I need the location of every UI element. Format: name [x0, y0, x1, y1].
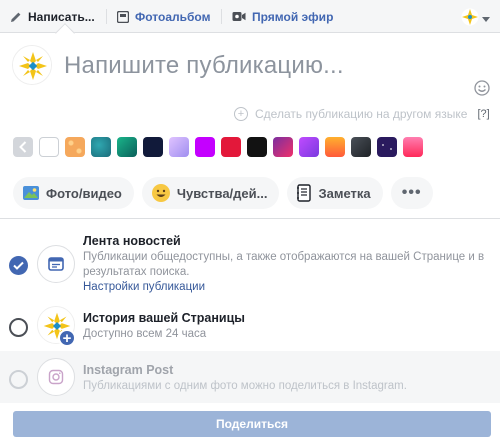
page-avatar: [12, 45, 52, 85]
note-button[interactable]: Заметка: [287, 177, 383, 209]
photo-icon: [22, 184, 40, 202]
swatch-color[interactable]: [143, 137, 163, 157]
swatch-color[interactable]: [91, 137, 111, 157]
tab-write-post[interactable]: Написать...: [10, 0, 95, 33]
tab-photo-label: Фотоальбом: [135, 9, 211, 24]
feelings-label: Чувства/дей...: [176, 185, 268, 201]
destination-news-feed[interactable]: Лента новостей Публикации общедоступны, …: [0, 219, 500, 299]
translate-label: Сделать публикацию на другом языке: [255, 107, 468, 121]
swatch-color[interactable]: [299, 137, 319, 157]
news-feed-checkbox[interactable]: [9, 256, 28, 275]
instagram-description: Публикациями с одним фото можно поделить…: [83, 380, 407, 392]
tab-live-video[interactable]: Прямой эфир: [232, 0, 333, 33]
pencil-icon: [10, 11, 22, 23]
story-text: История вашей Страницы Доступно всем 24 …: [83, 311, 493, 342]
feelings-button[interactable]: Чувства/дей...: [141, 177, 280, 209]
swatch-color[interactable]: [195, 137, 215, 157]
add-story-plus-icon: +: [58, 329, 76, 347]
plus-icon: +: [234, 107, 248, 121]
chevron-down-icon: [482, 17, 490, 22]
story-title: История вашей Страницы: [83, 311, 245, 325]
page-switcher-button[interactable]: [461, 8, 490, 31]
instagram-checkbox: [9, 370, 28, 389]
composer-tabbar: Написать... Фотоальбом Прямой эфир: [0, 0, 500, 33]
share-button[interactable]: Поделиться: [13, 411, 491, 437]
swatch-plain[interactable]: [39, 137, 59, 157]
destination-instagram: Instagram Post Публикациями с одним фото…: [0, 351, 500, 403]
tab-divider: [106, 9, 107, 24]
emoji-icon[interactable]: [474, 80, 490, 101]
swatch-color[interactable]: [247, 137, 267, 157]
tab-write-label: Написать...: [28, 9, 95, 24]
destination-page-story[interactable]: + История вашей Страницы Доступно всем 2…: [0, 299, 500, 351]
chevron-left-icon: [19, 141, 27, 153]
post-text-input[interactable]: Напишите публикацию...: [64, 52, 344, 80]
news-feed-text: Лента новостей Публикации общедоступны, …: [83, 234, 493, 293]
photo-video-button[interactable]: Фото/видео: [13, 177, 134, 209]
tab-live-label: Прямой эфир: [252, 9, 334, 24]
swatch-color[interactable]: [325, 137, 345, 157]
translate-post-link[interactable]: + Сделать публикацию на другом языке [?]: [234, 107, 490, 121]
news-feed-icon: [37, 245, 75, 283]
video-camera-icon: [232, 11, 246, 22]
checkmark-icon: [13, 261, 24, 270]
background-swatches: [13, 137, 423, 157]
more-options-button[interactable]: •••: [390, 177, 433, 209]
tab-divider: [221, 9, 222, 24]
photo-album-icon: [117, 10, 129, 23]
translate-help-link[interactable]: [?]: [477, 108, 489, 120]
swatch-color[interactable]: [403, 137, 423, 157]
swatch-color[interactable]: [221, 137, 241, 157]
composer-actions: Фото/видео Чувства/дей... Заметка •••: [13, 177, 433, 209]
note-label: Заметка: [318, 185, 371, 201]
post-settings-link[interactable]: Настройки публикации: [83, 281, 493, 293]
instagram-text: Instagram Post Публикациями с одним фото…: [83, 363, 493, 394]
swatch-color[interactable]: [117, 137, 137, 157]
swatch-color[interactable]: [273, 137, 293, 157]
page-avatar-small: [461, 8, 479, 31]
swatch-color[interactable]: [351, 137, 371, 157]
swatch-prev-button[interactable]: [13, 137, 33, 157]
tab-photo-album[interactable]: Фотоальбом: [117, 0, 210, 33]
instagram-title: Instagram Post: [83, 363, 174, 377]
swatch-color[interactable]: [169, 137, 189, 157]
news-feed-description: Публикации общедоступны, а также отображ…: [83, 251, 485, 278]
instagram-icon: [37, 358, 75, 396]
story-description: Доступно всем 24 часа: [83, 328, 207, 340]
smiley-icon: [151, 183, 171, 203]
news-feed-title: Лента новостей: [83, 234, 181, 248]
photo-video-label: Фото/видео: [46, 185, 122, 201]
swatch-color[interactable]: [377, 137, 397, 157]
story-checkbox[interactable]: [9, 318, 28, 337]
swatch-color[interactable]: [65, 137, 85, 157]
notebook-icon: [296, 184, 312, 202]
